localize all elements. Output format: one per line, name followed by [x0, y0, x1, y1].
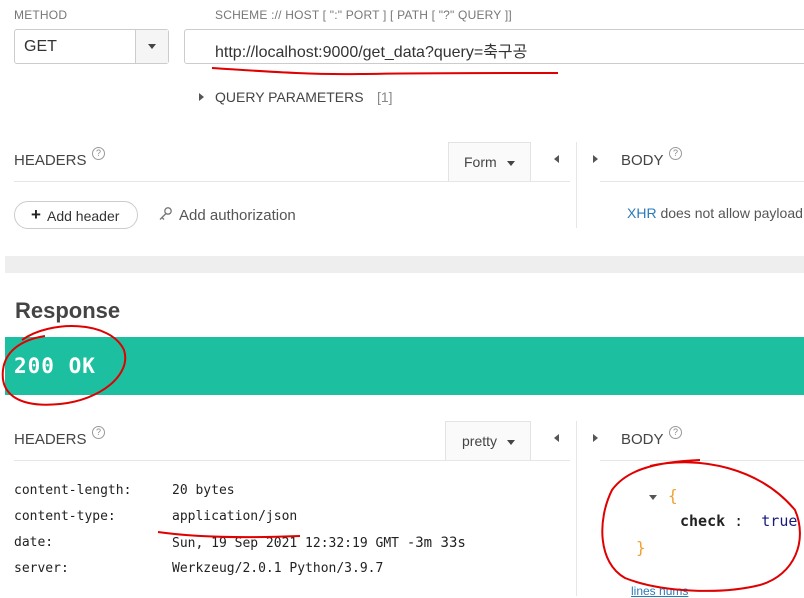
url-underline-annotation — [211, 67, 559, 76]
response-body-title: BODY — [621, 431, 664, 448]
add-header-label: Add header — [47, 208, 120, 224]
divider — [600, 181, 804, 182]
method-label: METHOD — [14, 8, 68, 22]
plus-icon: + — [31, 205, 41, 224]
chevron-down-icon — [507, 161, 515, 166]
caret-right-icon — [199, 93, 204, 101]
add-header-button[interactable]: + Add header — [14, 201, 138, 229]
help-icon[interactable]: ? — [92, 426, 105, 439]
chevron-down-icon — [148, 44, 156, 49]
response-format-dropdown[interactable]: pretty — [445, 421, 531, 461]
body-format-dropdown[interactable]: Form — [448, 142, 531, 182]
header-value-content-length: 20 bytes — [172, 483, 235, 498]
header-key-content-type: content-type: — [14, 509, 116, 524]
method-select[interactable]: GET — [14, 29, 169, 64]
add-authorization-label: Add authorization — [179, 207, 296, 224]
header-value-server: Werkzeug/2.0.1 Python/3.9.7 — [172, 561, 384, 576]
json-value: true — [761, 512, 798, 530]
json-separator: : — [725, 512, 762, 530]
divider — [14, 460, 570, 461]
panel-divider — [576, 421, 577, 596]
divider — [14, 181, 570, 182]
expand-right-icon[interactable] — [593, 155, 598, 163]
date-value: Sun, 19 Sep 2021 12:32:19 GMT — [172, 536, 399, 551]
divider — [600, 460, 804, 461]
add-authorization-button[interactable]: Add authorization — [158, 206, 308, 224]
section-separator — [5, 256, 804, 273]
panel-divider — [576, 142, 577, 228]
url-value: http://localhost:9000/get_data?query=축구공 — [215, 44, 528, 61]
json-collapse-icon[interactable] — [649, 495, 657, 500]
json-entry: check : true — [680, 512, 797, 530]
json-key: check — [680, 512, 726, 530]
xhr-link[interactable]: XHR — [627, 205, 657, 221]
chevron-down-icon — [507, 440, 515, 445]
url-hint: SCHEME :// HOST [ ":" PORT ] [ PATH [ "?… — [215, 8, 512, 22]
header-key-date: date: — [14, 535, 54, 550]
date-age: -3m 33s — [406, 535, 466, 551]
header-value-date: Sun, 19 Sep 2021 12:32:19 GMT -3m 33s — [172, 535, 466, 551]
expand-right-icon[interactable] — [593, 434, 598, 442]
url-input[interactable]: http://localhost:9000/get_data?query=축구공 — [184, 29, 804, 64]
collapse-left-icon[interactable] — [554, 434, 559, 442]
method-value: GET — [24, 38, 57, 55]
help-icon[interactable]: ? — [669, 426, 682, 439]
key-icon — [159, 207, 172, 220]
query-parameters-label: QUERY PARAMETERS — [215, 89, 364, 105]
header-key-server: server: — [14, 561, 69, 576]
help-icon[interactable]: ? — [92, 147, 105, 160]
annotation-overlay — [1, 67, 801, 592]
json-close-brace: } — [636, 538, 646, 557]
xhr-note-text: does not allow payload — [656, 205, 803, 221]
xhr-payload-note: XHR does not allow payload — [627, 205, 803, 221]
query-parameters-count: [1] — [377, 89, 393, 105]
help-icon[interactable]: ? — [669, 147, 682, 160]
response-headers-title: HEADERS — [14, 431, 87, 448]
status-bar: 200 OK — [5, 337, 804, 395]
header-value-content-type: application/json — [172, 509, 298, 524]
header-key-content-length: content-length: — [14, 483, 132, 498]
request-body-title: BODY — [621, 152, 664, 169]
status-text: 200 OK — [14, 354, 96, 378]
request-headers-title: HEADERS — [14, 152, 87, 169]
response-title: Response — [15, 298, 121, 323]
collapse-left-icon[interactable] — [554, 155, 559, 163]
json-open-brace: { — [668, 486, 678, 505]
method-dropdown-toggle[interactable] — [135, 30, 168, 63]
format-label: pretty — [462, 433, 498, 449]
form-label: Form — [464, 154, 497, 170]
